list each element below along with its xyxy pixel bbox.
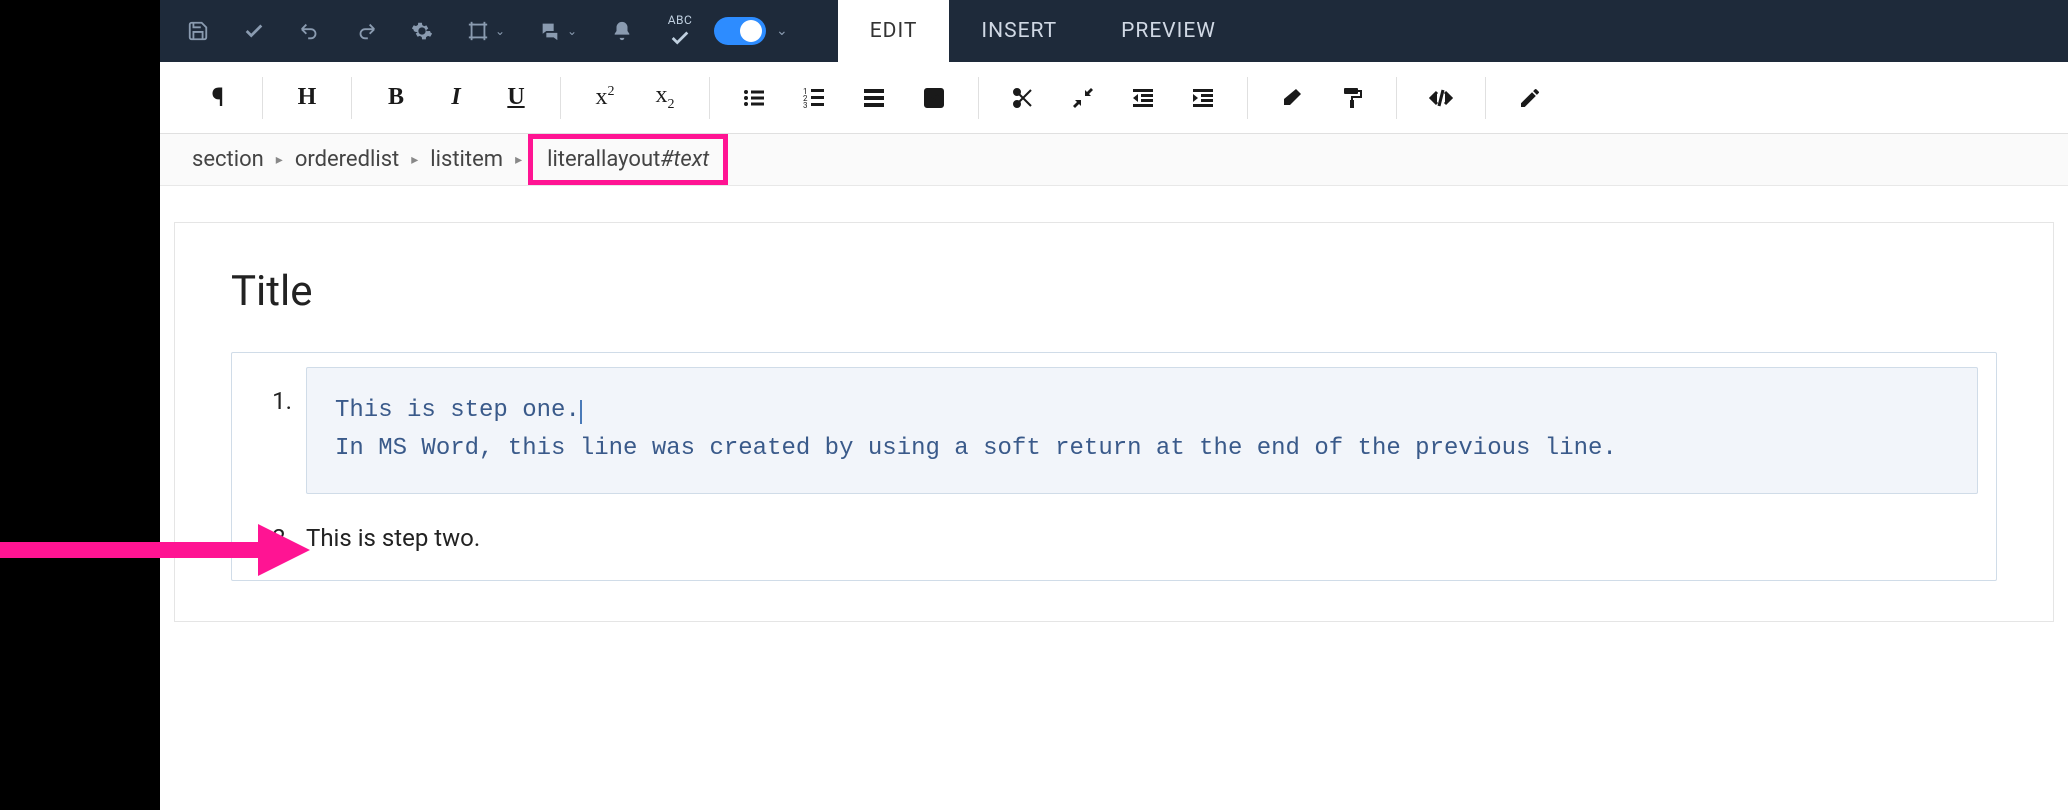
breadcrumb-sep: ▸ [276,152,283,168]
save-icon [187,20,209,42]
format-painter-button[interactable] [1322,73,1382,123]
checkbox-icon [922,86,946,110]
check-icon [243,20,265,42]
main-container: ⌄ ⌄ ABC ⌄ EDIT [160,0,2068,810]
spellcheck-button[interactable]: ABC [650,0,710,62]
chevron-down-icon: ⌄ [495,24,505,38]
undo-icon [299,20,321,42]
outdent-icon [1131,86,1155,110]
divider [1485,77,1486,119]
redo-icon [355,20,377,42]
comments-icon [539,20,561,42]
eraser-button[interactable] [1262,73,1322,123]
breadcrumb-sep: ▸ [515,152,522,168]
notifications-button[interactable] [594,0,650,62]
text-cursor [580,400,582,424]
spellcheck-toggle[interactable] [714,17,766,45]
numbered-list-button[interactable]: 123 [784,73,844,123]
spellcheck-toggle-wrap: ⌄ [710,17,788,45]
comments-button[interactable]: ⌄ [522,0,594,62]
gear-icon [411,20,433,42]
italic-button[interactable]: I [426,73,486,123]
scissors-icon [1011,86,1035,110]
indent-icon [1191,86,1215,110]
frame-icon [467,20,489,42]
tab-edit[interactable]: EDIT [838,0,950,62]
outdent-button[interactable] [1113,73,1173,123]
editor-area: Title 1. This is step one. In MS Word, t… [160,186,2068,622]
breadcrumb-item[interactable]: listitem [424,143,509,176]
undo-button[interactable] [282,0,338,62]
frame-button[interactable]: ⌄ [450,0,522,62]
checklist-button[interactable] [904,73,964,123]
divider [1396,77,1397,119]
breadcrumb: section ▸ orderedlist ▸ listitem ▸ liter… [160,134,2068,186]
done-button[interactable] [226,0,282,62]
redo-button[interactable] [338,0,394,62]
code-line: This is step one. [335,392,1949,430]
divider [1247,77,1248,119]
edit-button[interactable] [1500,73,1560,123]
breadcrumb-item[interactable]: section [186,143,270,176]
list-item: 1. This is step one. In MS Word, this li… [250,367,1978,494]
settings-button[interactable] [394,0,450,62]
definition-list-button[interactable] [844,73,904,123]
bold-button[interactable]: B [366,73,426,123]
toggle-knob [740,20,762,42]
literal-layout-block[interactable]: This is step one. In MS Word, this line … [306,367,1978,494]
bullet-list-button[interactable] [724,73,784,123]
editor-panel[interactable]: Title 1. This is step one. In MS Word, t… [174,222,2054,622]
subscript-button[interactable]: x2 [635,73,695,123]
divider [262,77,263,119]
tab-insert[interactable]: INSERT [949,0,1089,62]
source-button[interactable] [1411,73,1471,123]
underline-button[interactable]: U [486,73,546,123]
breadcrumb-sep: ▸ [411,152,418,168]
divider [351,77,352,119]
paint-roller-icon [1340,86,1364,110]
check-icon [669,27,691,49]
main-toolbar: ⌄ ⌄ ABC ⌄ EDIT [160,0,2068,62]
code-line: In MS Word, this line was created by usi… [335,430,1949,468]
breadcrumb-item-highlighted[interactable]: literallayout#text [528,134,728,185]
numbered-list-icon: 123 [802,86,826,110]
left-black-panel [0,0,160,810]
spellcheck-label: ABC [668,13,693,27]
toolbar-icon-group: ⌄ ⌄ ABC ⌄ [160,0,798,62]
divider [978,77,979,119]
eraser-icon [1280,86,1304,110]
save-button[interactable] [170,0,226,62]
code-icon [1429,86,1453,110]
list-number: 2. [250,524,306,552]
chevron-down-icon[interactable]: ⌄ [776,23,788,39]
paragraph-button[interactable]: ¶ [188,73,248,123]
list-item: 2. This is step two. [250,524,1978,552]
bullet-list-icon [742,86,766,110]
mode-tabs: EDIT INSERT PREVIEW [838,0,1248,62]
divider [709,77,710,119]
divider [560,77,561,119]
list-item-text[interactable]: This is step two. [306,524,1978,552]
compress-icon [1071,86,1095,110]
format-toolbar: ¶ H B I U x2 x2 123 [160,62,2068,134]
pencil-icon [1518,86,1542,110]
list-number: 1. [250,367,306,494]
document-title[interactable]: Title [231,267,1997,316]
collapse-button[interactable] [1053,73,1113,123]
svg-text:3: 3 [803,101,808,110]
bell-icon [611,20,633,42]
tab-preview[interactable]: PREVIEW [1089,0,1248,62]
breadcrumb-item[interactable]: orderedlist [289,143,405,176]
chevron-down-icon: ⌄ [567,24,577,38]
indent-button[interactable] [1173,73,1233,123]
cut-button[interactable] [993,73,1053,123]
stack-icon [862,86,886,110]
heading-button[interactable]: H [277,73,337,123]
ordered-list: 1. This is step one. In MS Word, this li… [231,352,1997,581]
superscript-button[interactable]: x2 [575,73,635,123]
pilcrow-icon: ¶ [212,83,225,113]
